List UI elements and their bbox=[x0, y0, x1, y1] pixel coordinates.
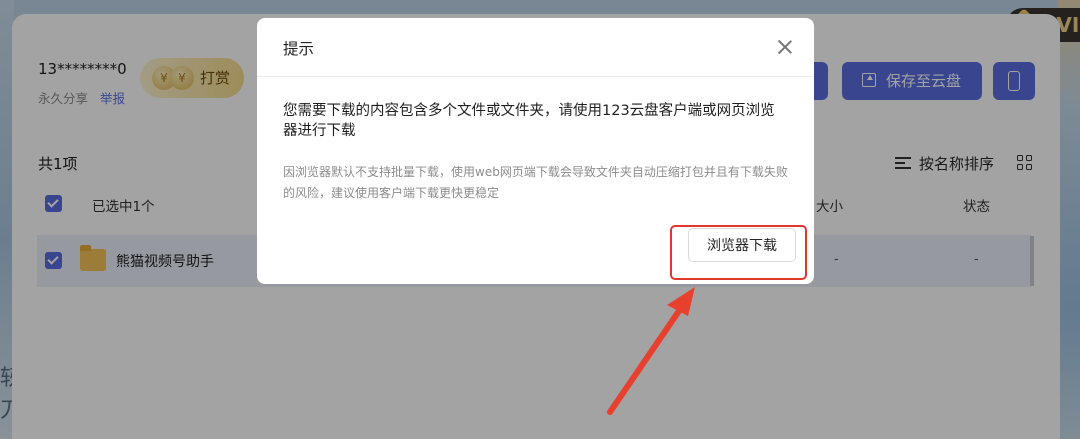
dialog-message: 您需要下载的内容包含多个文件或文件夹，请使用123云盘客户端或网页浏览器进行下载 bbox=[283, 103, 775, 139]
dialog-note: 因浏览器默认不支持批量下载，使用web网页端下载会导致文件夹自动压缩打包并且有下… bbox=[283, 165, 788, 200]
annotation-highlight-box bbox=[670, 225, 807, 280]
dialog-divider bbox=[257, 76, 814, 77]
close-icon[interactable] bbox=[776, 38, 794, 56]
dialog-title: 提示 bbox=[283, 40, 315, 58]
